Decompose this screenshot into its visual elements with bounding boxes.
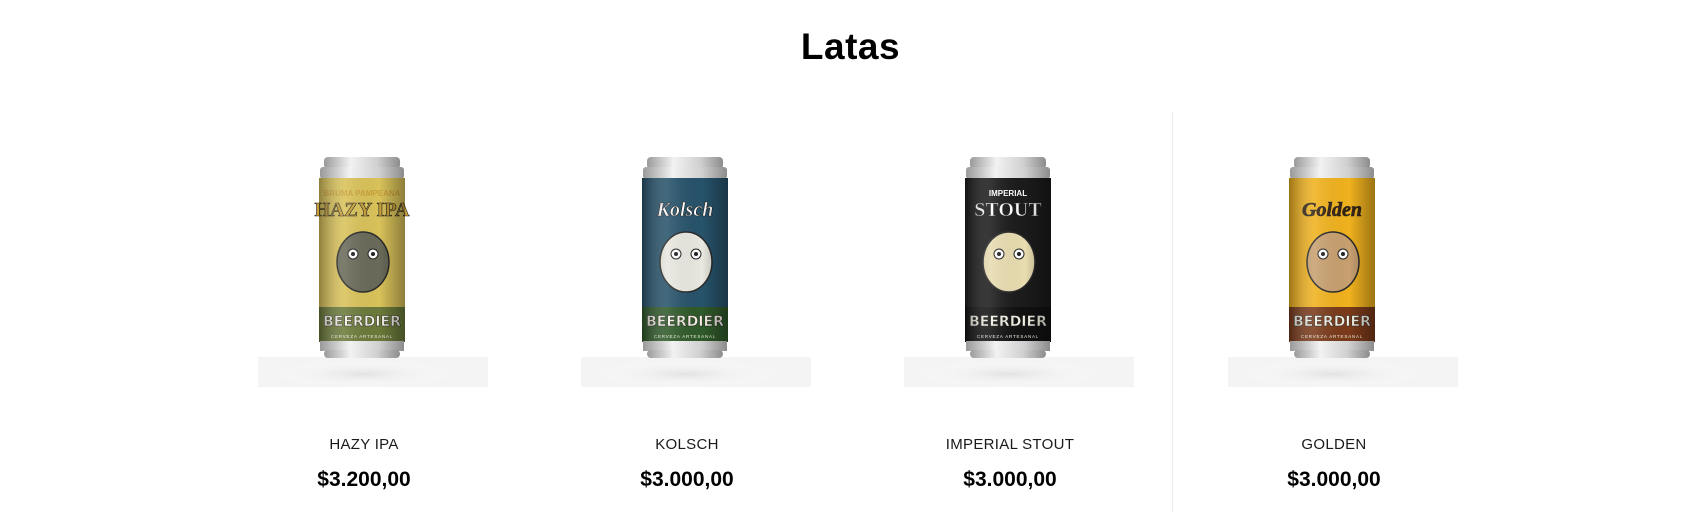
product-grid: BRUMA PAMPEANAHAZY IPABEERDIERCERVEZA AR… [0,112,1701,512]
product-image[interactable]: GoldenBEERDIERCERVEZA ARTESANAL [1173,112,1495,402]
product-image[interactable]: KolschBEERDIERCERVEZA ARTESANAL [526,112,848,402]
section-title: Latas [800,26,901,67]
product-card-kolsch[interactable]: KolschBEERDIERCERVEZA ARTESANAL KOLSCH $… [526,112,848,512]
product-price: $3.200,00 [317,468,411,491]
latas-section: Latas BRUMA PAMPEANAHAZY IPABEERDIERCERV… [0,0,1701,523]
beer-can-image: KolschBEERDIERCERVEZA ARTESANAL [581,157,811,388]
product-price: $3.000,00 [640,468,734,491]
product-card-golden[interactable]: GoldenBEERDIERCERVEZA ARTESANAL GOLDEN $… [1172,112,1494,512]
product-image[interactable]: BRUMA PAMPEANAHAZY IPABEERDIERCERVEZA AR… [203,112,525,402]
product-price: $3.000,00 [963,468,1057,491]
product-price: $3.000,00 [1287,468,1381,491]
product-card-hazy-ipa[interactable]: BRUMA PAMPEANAHAZY IPABEERDIERCERVEZA AR… [203,112,525,512]
product-card-imperial-stout[interactable]: IMPERIALSTOUTBEERDIERCERVEZA ARTESANAL I… [849,112,1171,512]
product-name[interactable]: GOLDEN [1173,436,1495,453]
product-name[interactable]: IMPERIAL STOUT [849,436,1171,453]
beer-can-image: IMPERIALSTOUTBEERDIERCERVEZA ARTESANAL [904,157,1134,388]
beer-can-image: GoldenBEERDIERCERVEZA ARTESANAL [1228,157,1458,388]
product-image[interactable]: IMPERIALSTOUTBEERDIERCERVEZA ARTESANAL [849,112,1171,402]
beer-can-image: BRUMA PAMPEANAHAZY IPABEERDIERCERVEZA AR… [258,157,488,388]
product-name[interactable]: KOLSCH [526,436,848,453]
product-name[interactable]: HAZY IPA [203,436,525,453]
